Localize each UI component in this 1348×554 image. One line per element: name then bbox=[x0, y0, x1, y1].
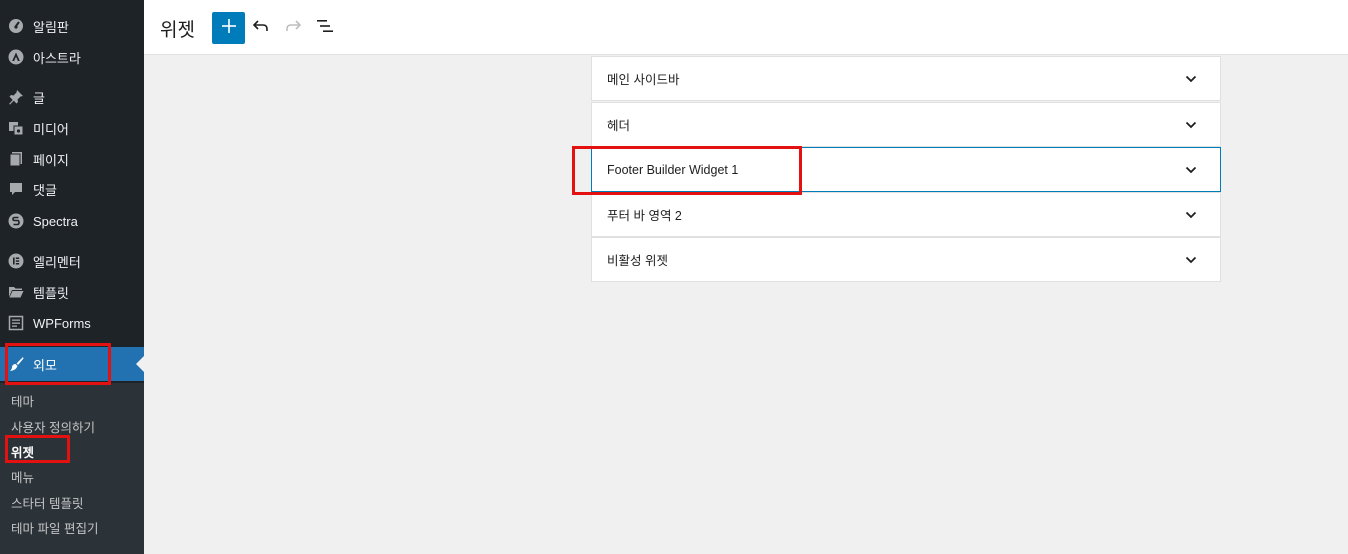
sidebar-item-label: 아스트라 bbox=[33, 50, 81, 66]
undo-button[interactable] bbox=[247, 14, 275, 42]
sidebar-item-comments[interactable]: 댓글 bbox=[0, 174, 144, 204]
sidebar-item-label: WPForms bbox=[33, 315, 91, 331]
submenu-item-widgets[interactable]: 위젯 bbox=[11, 442, 34, 461]
sidebar-item-pages[interactable]: 페이지 bbox=[0, 144, 144, 174]
wpforms-icon bbox=[8, 315, 24, 331]
appearance-submenu: 테마 사용자 정의하기 위젯 메뉴 스타터 템플릿 테마 파일 편집기 bbox=[0, 383, 144, 554]
sidebar-item-label: 외모 bbox=[33, 357, 57, 373]
plus-icon bbox=[221, 18, 236, 38]
list-view-icon bbox=[316, 17, 334, 40]
widget-area-header[interactable]: 헤더 bbox=[591, 102, 1221, 147]
widget-area-title: 메인 사이드바 bbox=[607, 73, 680, 87]
sidebar-item-templates[interactable]: 템플릿 bbox=[0, 277, 144, 307]
elementor-icon bbox=[8, 253, 24, 269]
active-menu-arrow bbox=[136, 356, 144, 372]
widget-area-footer-builder-widget-1[interactable]: Footer Builder Widget 1 bbox=[591, 147, 1221, 192]
sidebar-item-label: 엘리멘터 bbox=[33, 254, 81, 270]
chevron-down-icon[interactable] bbox=[1179, 113, 1203, 137]
submenu-item-themes[interactable]: 테마 bbox=[11, 391, 34, 410]
sidebar-item-astra[interactable]: 아스트라 bbox=[0, 42, 144, 72]
sidebar-item-media[interactable]: 미디어 bbox=[0, 113, 144, 143]
sidebar-item-label: 페이지 bbox=[33, 152, 69, 168]
add-block-button[interactable] bbox=[212, 12, 245, 44]
chevron-down-icon[interactable] bbox=[1179, 158, 1203, 182]
widget-area-main-sidebar[interactable]: 메인 사이드바 bbox=[591, 56, 1221, 101]
submenu-item-menus[interactable]: 메뉴 bbox=[11, 467, 34, 486]
editor-header: 위젯 bbox=[144, 0, 1348, 55]
chevron-down-icon[interactable] bbox=[1179, 248, 1203, 272]
sidebar-item-posts[interactable]: 글 bbox=[0, 82, 144, 112]
submenu-item-customize[interactable]: 사용자 정의하기 bbox=[11, 417, 95, 436]
dashboard-icon bbox=[8, 18, 24, 34]
widget-area-title: Footer Builder Widget 1 bbox=[607, 162, 739, 177]
sidebar-item-label: 미디어 bbox=[33, 121, 69, 137]
sidebar-item-label: Spectra bbox=[33, 213, 78, 229]
page-title: 위젯 bbox=[160, 20, 195, 41]
widget-area-title: 푸터 바 영역 2 bbox=[607, 209, 682, 223]
widget-area-inactive-widgets[interactable]: 비활성 위젯 bbox=[591, 237, 1221, 282]
widget-area-title: 헤더 bbox=[607, 119, 631, 133]
pages-icon bbox=[8, 151, 24, 167]
list-view-button[interactable] bbox=[311, 14, 339, 42]
redo-button[interactable] bbox=[279, 14, 307, 42]
sidebar-item-dashboard[interactable]: 알림판 bbox=[0, 11, 144, 41]
spectra-icon bbox=[8, 213, 24, 229]
sidebar-item-label: 댓글 bbox=[33, 182, 57, 198]
sidebar-item-label: 글 bbox=[33, 90, 45, 106]
pin-icon bbox=[8, 89, 24, 105]
admin-sidebar: 알림판 아스트라 글 미디어 페이지 댓글 Spectra 엘리멘터 템플릿 W… bbox=[0, 0, 144, 554]
redo-icon bbox=[284, 17, 302, 40]
submenu-item-starter-templates[interactable]: 스타터 템플릿 bbox=[11, 493, 83, 512]
submenu-item-theme-file-editor[interactable]: 테마 파일 편집기 bbox=[11, 518, 98, 537]
astra-icon bbox=[8, 49, 24, 65]
widget-area-footer-bar-2[interactable]: 푸터 바 영역 2 bbox=[591, 192, 1221, 237]
chevron-down-icon[interactable] bbox=[1179, 203, 1203, 227]
widget-area-title: 비활성 위젯 bbox=[607, 254, 668, 268]
sidebar-item-label: 알림판 bbox=[33, 19, 69, 35]
sidebar-item-label: 템플릿 bbox=[33, 285, 69, 301]
chevron-down-icon[interactable] bbox=[1179, 67, 1203, 91]
comments-icon bbox=[8, 181, 24, 197]
sidebar-item-elementor[interactable]: 엘리멘터 bbox=[0, 246, 144, 276]
sidebar-item-appearance[interactable]: 외모 bbox=[0, 347, 144, 381]
media-icon bbox=[8, 120, 24, 136]
sidebar-item-wpforms[interactable]: WPForms bbox=[0, 308, 144, 338]
sidebar-item-spectra[interactable]: Spectra bbox=[0, 206, 144, 236]
undo-icon bbox=[252, 17, 270, 40]
folder-icon bbox=[8, 284, 24, 300]
brush-icon bbox=[8, 356, 24, 372]
